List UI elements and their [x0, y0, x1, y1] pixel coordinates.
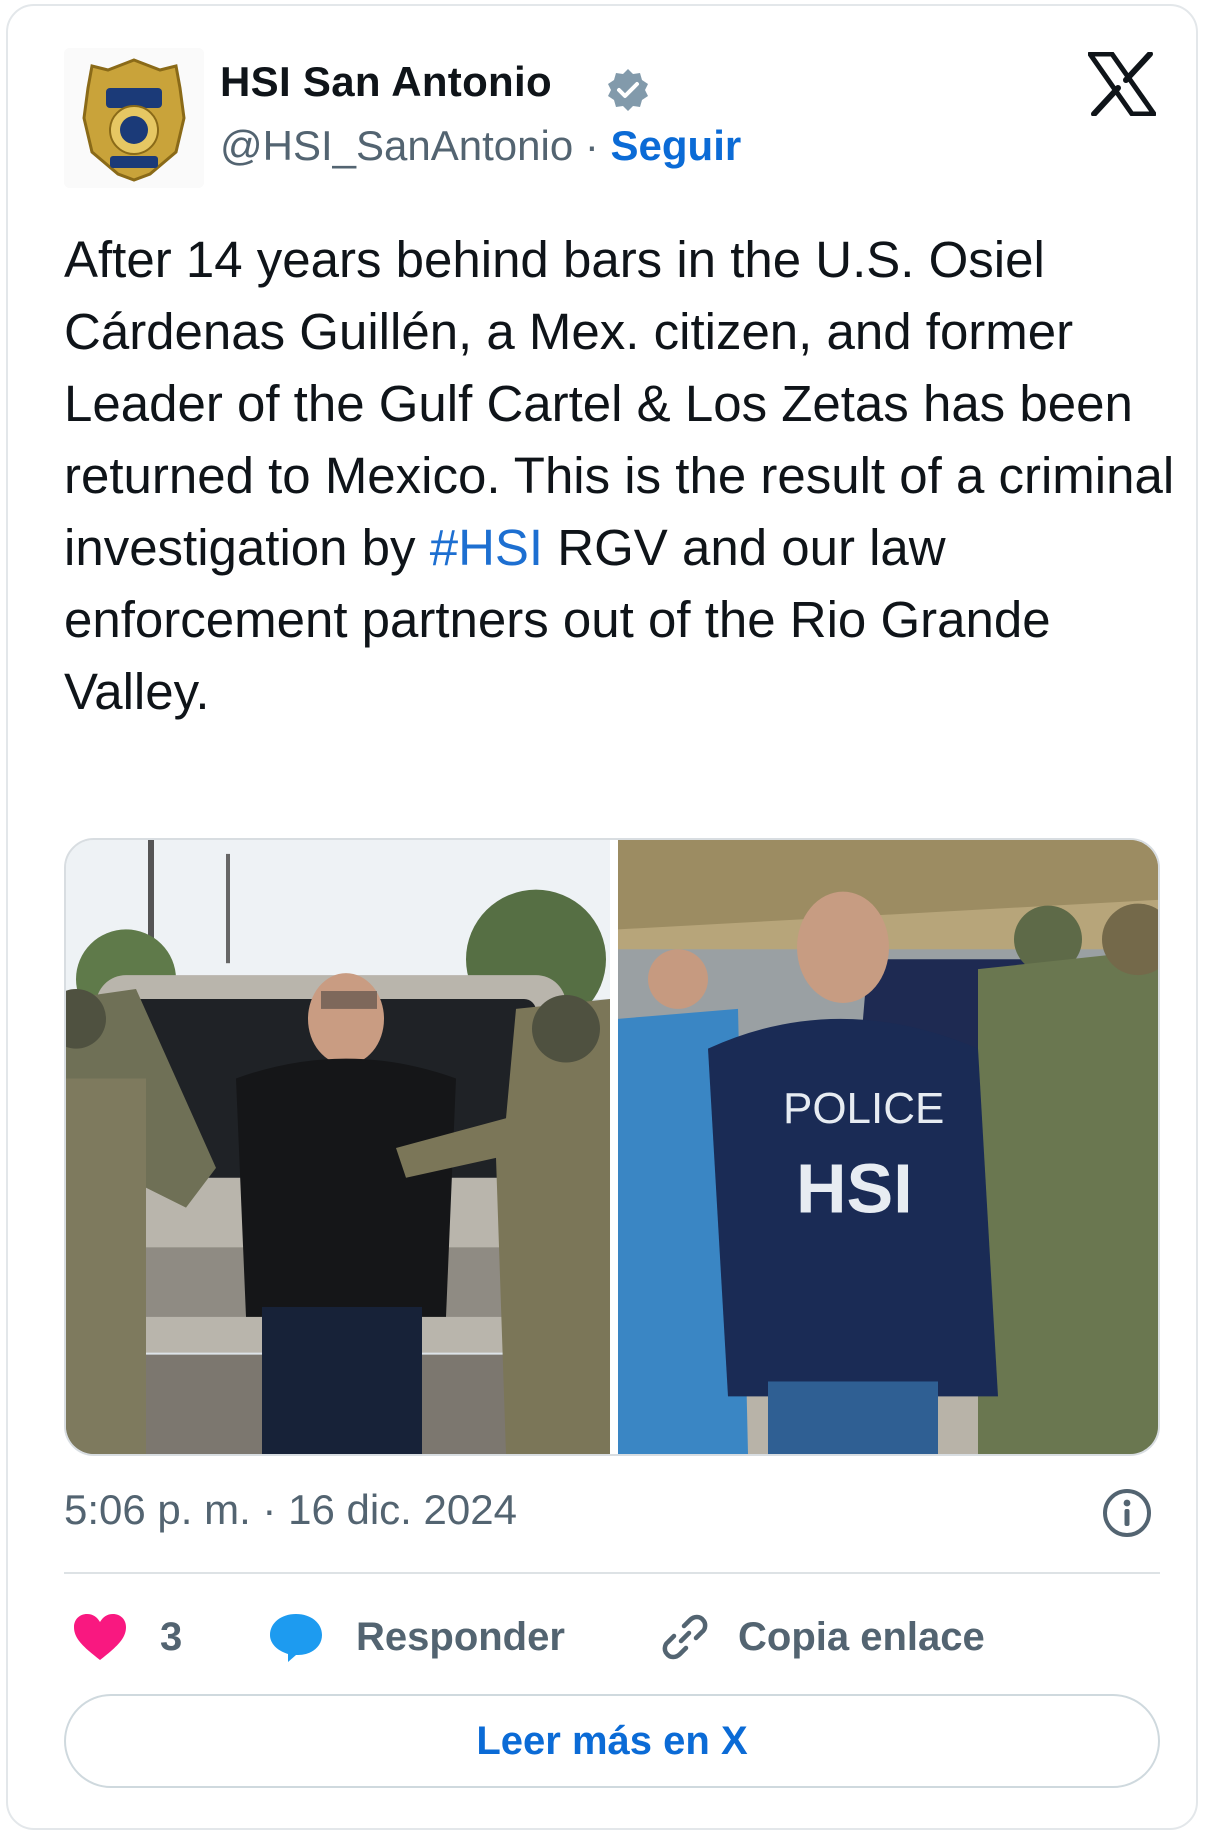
- jacket-hsi-text: HSI: [796, 1150, 913, 1228]
- media-grid: POLICE HSI: [64, 838, 1160, 1456]
- hashtag-link[interactable]: #HSI: [430, 519, 543, 576]
- heart-icon: [74, 1614, 126, 1660]
- link-icon: [662, 1614, 708, 1660]
- reply-button[interactable]: Responder: [268, 1602, 565, 1672]
- read-more-button[interactable]: Leer más en X: [64, 1694, 1160, 1788]
- photo-police-hsi[interactable]: POLICE HSI: [618, 840, 1160, 1454]
- tweet-timestamp[interactable]: 5:06 p. m. · 16 dic. 2024: [64, 1486, 517, 1534]
- reply-label: Responder: [356, 1614, 565, 1659]
- follow-button[interactable]: Seguir: [611, 122, 742, 169]
- x-logo-icon[interactable]: [1088, 52, 1156, 116]
- like-button[interactable]: [72, 1602, 128, 1672]
- divider: [64, 1572, 1160, 1574]
- hsi-badge-icon[interactable]: [64, 48, 204, 188]
- author-handle-row: @HSI_SanAntonio · Seguir: [220, 122, 741, 170]
- like-count-wrap[interactable]: 3: [160, 1602, 182, 1672]
- reply-bubble-icon: [270, 1614, 322, 1662]
- jacket-police-text: POLICE: [783, 1084, 944, 1133]
- author-handle[interactable]: @HSI_SanAntonio: [220, 122, 573, 169]
- separator-dot: ·: [584, 122, 599, 169]
- tweet-card: HSI San Antonio @HSI_SanAntonio · Seguir…: [6, 4, 1198, 1830]
- action-bar: 3 Responder Copia enlace: [64, 1602, 1164, 1672]
- photo-escort[interactable]: [66, 840, 610, 1454]
- tweet-text: After 14 years behind bars in the U.S. O…: [64, 224, 1184, 728]
- copy-link-button[interactable]: Copia enlace: [660, 1602, 985, 1672]
- verified-badge-icon: [608, 69, 648, 111]
- copy-link-label: Copia enlace: [738, 1614, 985, 1659]
- info-icon[interactable]: [1100, 1486, 1154, 1540]
- author-name[interactable]: HSI San Antonio: [220, 58, 552, 106]
- like-count: 3: [160, 1614, 183, 1659]
